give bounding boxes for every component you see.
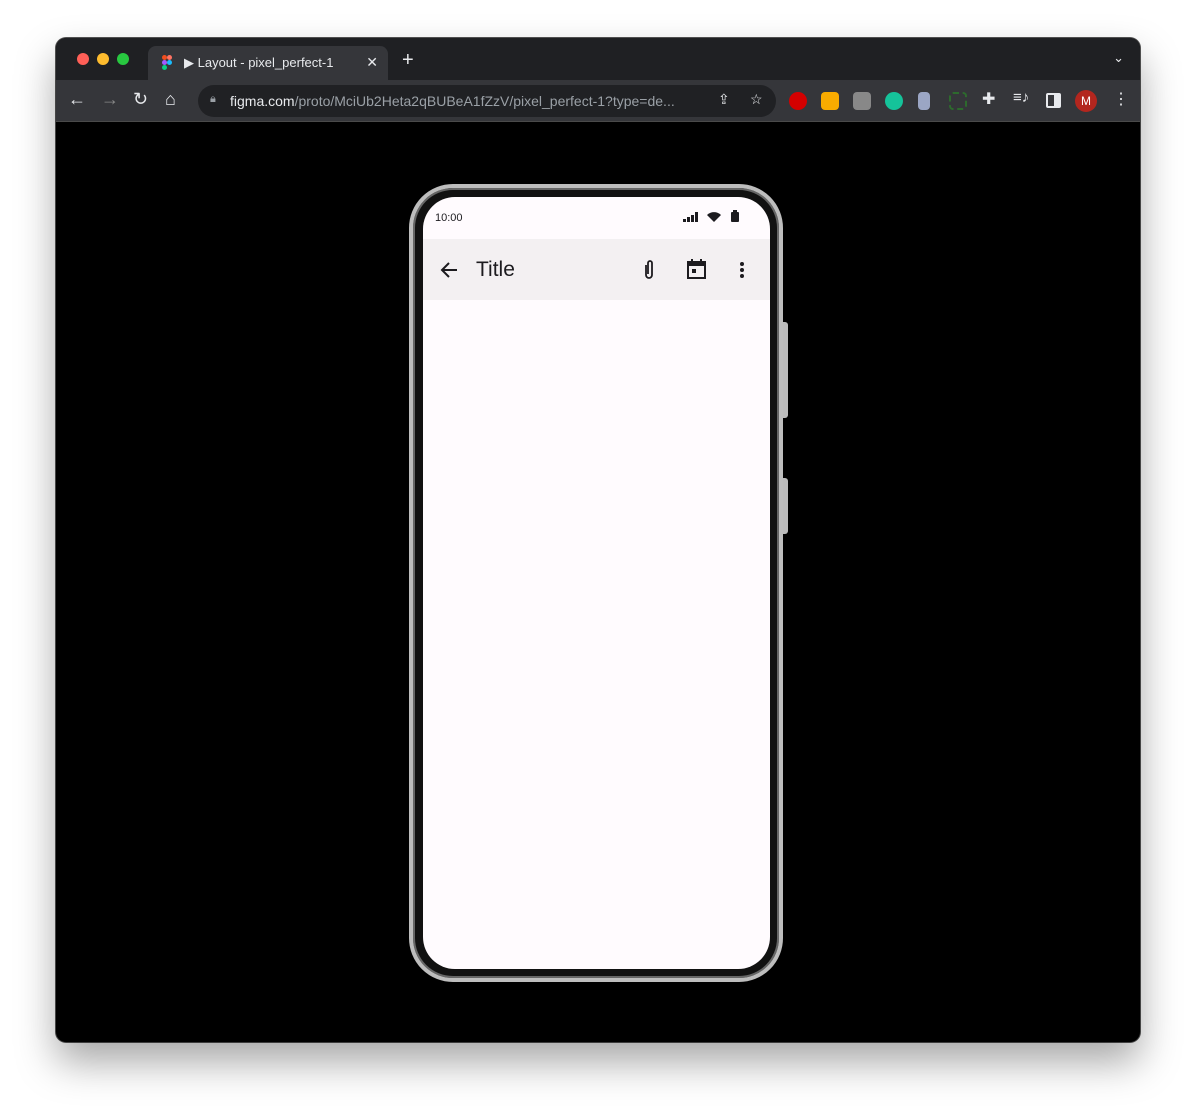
share-icon[interactable]: ⇪ — [718, 91, 730, 108]
home-icon[interactable]: ⌂ — [165, 89, 176, 110]
bookmark-star-icon[interactable]: ☆ — [750, 91, 763, 108]
phone-screen: 10:00 Title — [423, 197, 770, 969]
forward-icon[interactable]: → — [101, 89, 119, 110]
camera-extension-icon[interactable] — [853, 92, 871, 110]
close-tab-icon[interactable]: ✕ — [366, 54, 378, 71]
adblock-extension-icon[interactable] — [789, 92, 807, 110]
tab-search-chevron-icon[interactable]: ⌄ — [1113, 50, 1124, 66]
top-app-bar: Title — [423, 239, 770, 300]
keep-extension-icon[interactable] — [821, 92, 839, 110]
status-time: 10:00 — [435, 212, 463, 224]
side-panel-icon[interactable] — [1046, 93, 1061, 108]
status-bar: 10:00 — [423, 197, 770, 239]
bible-extension-icon[interactable] — [918, 92, 930, 110]
calendar-icon[interactable] — [687, 259, 706, 279]
maximize-window-button[interactable] — [117, 53, 129, 65]
browser-window: ▶ Layout - pixel_perfect-1 ✕ + ⌄ ← → ↻ ⌂… — [56, 38, 1140, 1042]
new-tab-button[interactable]: + — [402, 49, 414, 72]
address-bar[interactable]: 🔒︎ figma.com/proto/MciUb2Heta2qBUBeA1fZz… — [198, 85, 776, 117]
back-arrow-icon[interactable] — [440, 261, 458, 279]
url-path: /proto/MciUb2Heta2qBUBeA1fZzV/pixel_perf… — [294, 93, 675, 109]
minimize-window-button[interactable] — [97, 53, 109, 65]
lock-icon: 🔒︎ — [210, 93, 216, 105]
url-host: figma.com — [230, 93, 295, 109]
app-bar-title: Title — [476, 258, 515, 281]
phone-power-button — [783, 478, 788, 534]
browser-menu-icon[interactable]: ⋮ — [1113, 89, 1129, 109]
wifi-icon — [707, 212, 721, 222]
tab-title: ▶ Layout - pixel_perfect-1 — [184, 55, 334, 70]
close-window-button[interactable] — [77, 53, 89, 65]
browser-toolbar: ← → ↻ ⌂ 🔒︎ figma.com/proto/MciUb2Heta2qB… — [56, 80, 1140, 122]
media-control-icon[interactable]: ≡♪ — [1013, 89, 1029, 106]
back-icon[interactable]: ← — [68, 89, 86, 110]
more-vert-icon[interactable] — [739, 261, 745, 279]
profile-avatar[interactable]: M — [1075, 90, 1097, 112]
phone-frame: 10:00 Title — [409, 184, 783, 982]
phone-volume-button — [783, 322, 788, 418]
attachment-icon[interactable] — [643, 259, 655, 281]
reload-icon[interactable]: ↻ — [133, 89, 148, 110]
figma-icon — [162, 55, 172, 70]
screenshot-extension-icon[interactable] — [949, 92, 967, 110]
grammarly-extension-icon[interactable] — [885, 92, 903, 110]
extensions-puzzle-icon[interactable]: ✚ — [982, 89, 995, 109]
signal-icon — [683, 212, 698, 222]
battery-icon — [731, 210, 739, 222]
tab-bar: ▶ Layout - pixel_perfect-1 ✕ + ⌄ — [56, 38, 1140, 80]
tab-active[interactable]: ▶ Layout - pixel_perfect-1 ✕ — [148, 46, 388, 80]
